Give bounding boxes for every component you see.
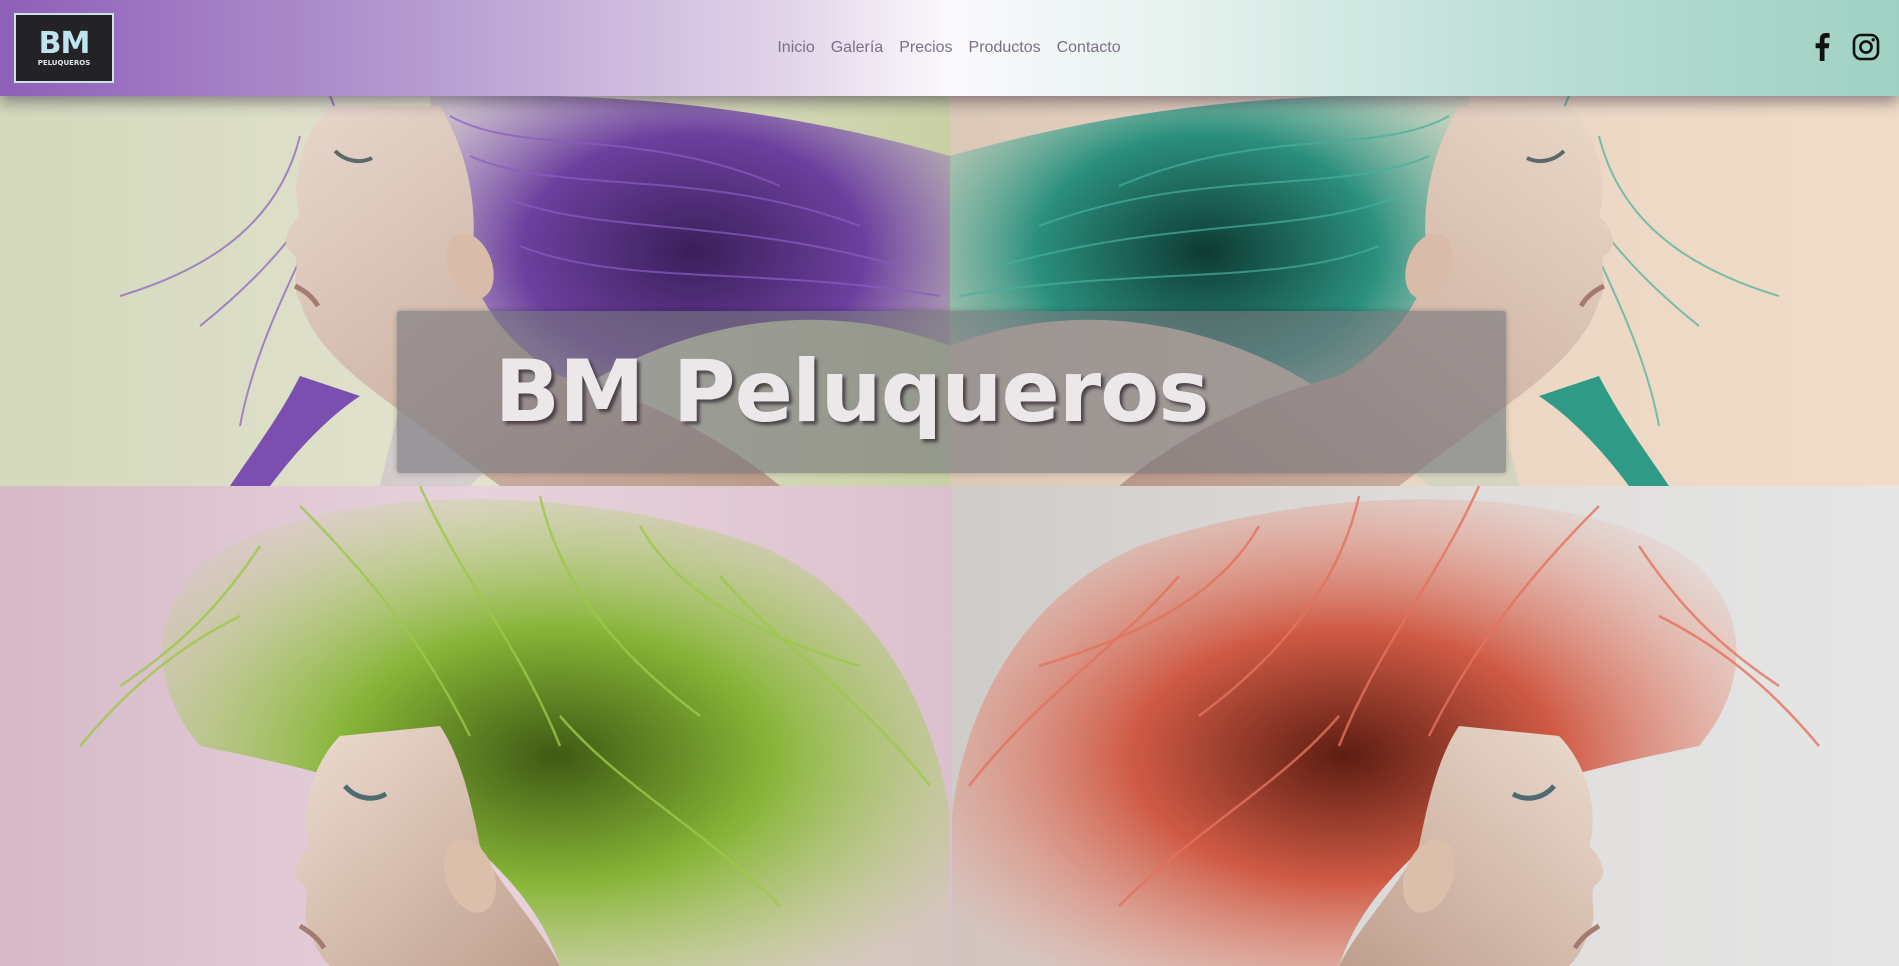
nav-item-galeria[interactable]: Galería: [831, 39, 883, 57]
page: BM PELUQUEROS Inicio Galería Precios Pro…: [0, 0, 1899, 966]
nav-item-inicio[interactable]: Inicio: [777, 39, 814, 57]
hero-image-red: [952, 486, 1899, 966]
site-header: BM PELUQUEROS Inicio Galería Precios Pro…: [0, 0, 1899, 96]
logo-sub-text: PELUQUEROS: [37, 58, 91, 67]
facebook-icon[interactable]: [1807, 32, 1837, 62]
main-nav: Inicio Galería Precios Productos Contact…: [0, 0, 1899, 96]
nav-item-precios[interactable]: Precios: [899, 39, 952, 57]
hero-title-box: BM Peluqueros: [397, 311, 1506, 473]
hero-image-green: [0, 486, 952, 966]
hero-title: BM Peluqueros: [494, 342, 1210, 442]
site-logo[interactable]: BM PELUQUEROS: [14, 13, 114, 83]
instagram-icon[interactable]: [1851, 32, 1881, 62]
nav-item-productos[interactable]: Productos: [969, 39, 1041, 57]
nav-item-contacto[interactable]: Contacto: [1057, 39, 1121, 57]
social-links: [1807, 32, 1881, 62]
logo-main-text: BM: [38, 25, 91, 61]
hero-grid: [0, 96, 1899, 966]
